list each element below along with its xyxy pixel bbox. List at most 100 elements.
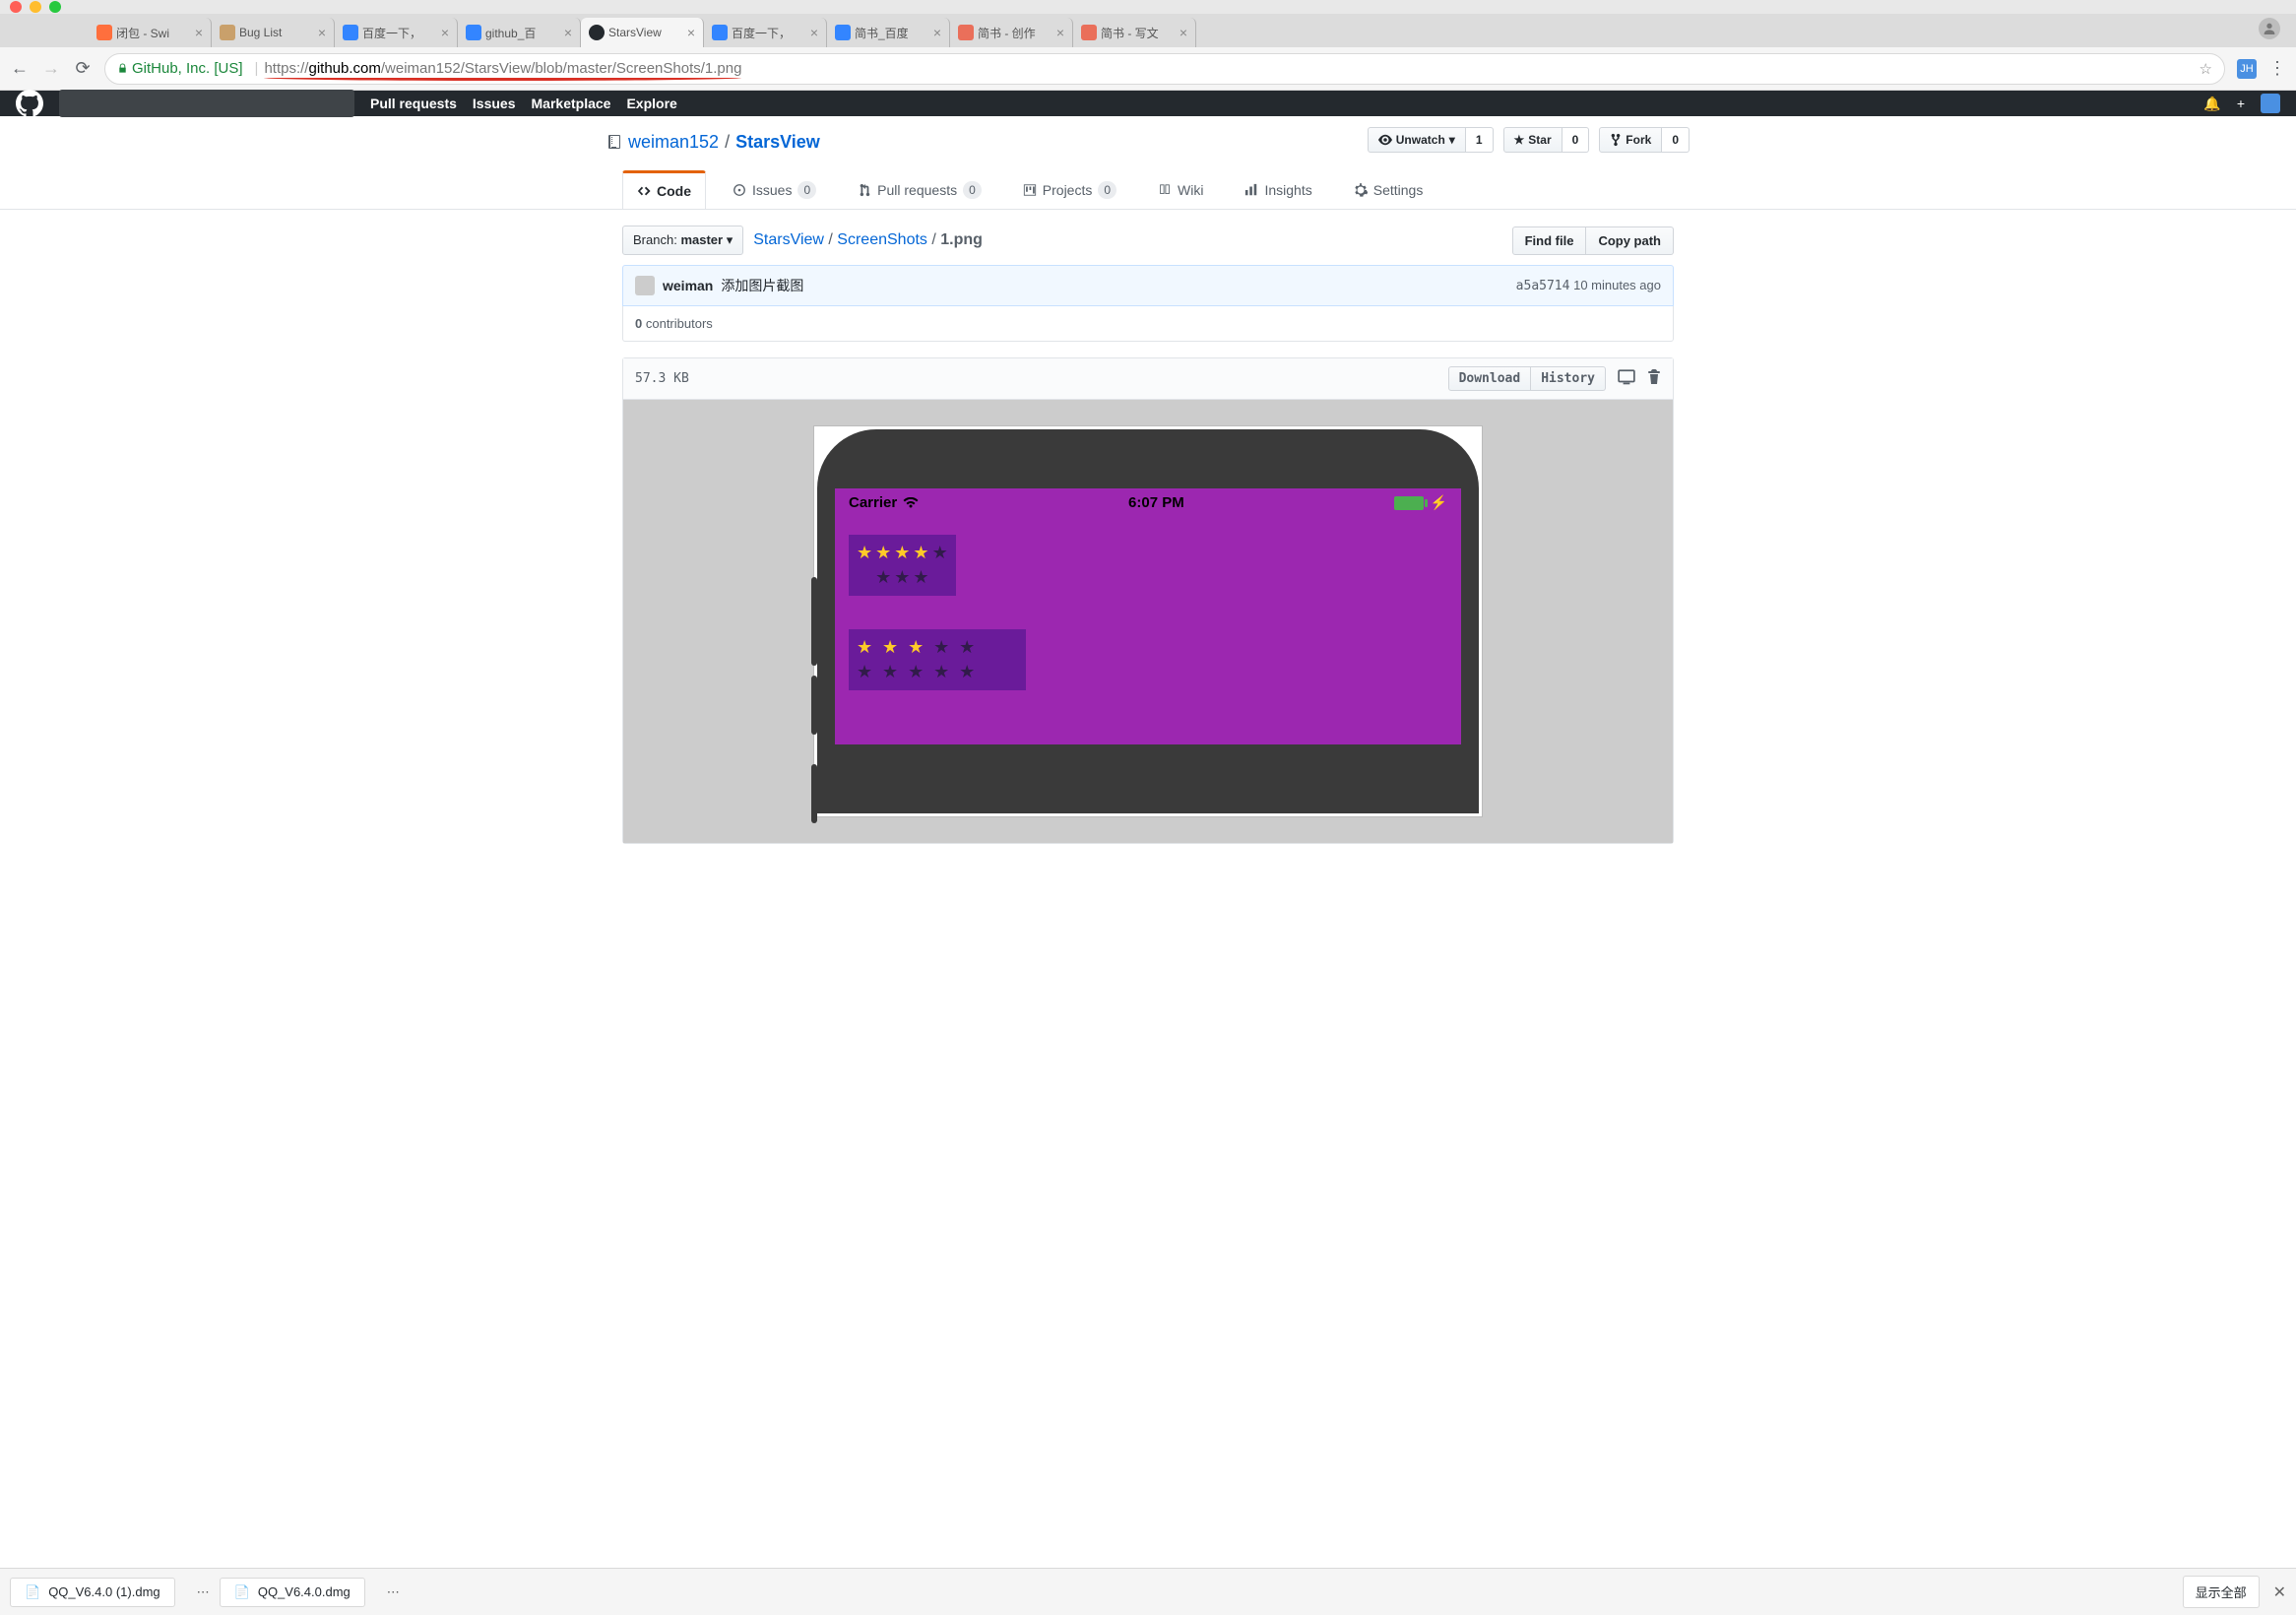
fork-button[interactable]: Fork	[1599, 127, 1662, 153]
commit-message[interactable]: 添加图片截图	[721, 276, 803, 295]
tab-label: 百度一下，	[732, 25, 806, 41]
repo-name-link[interactable]: StarsView	[735, 132, 820, 153]
browser-menu-icon[interactable]: ⋮	[2268, 58, 2286, 79]
repo-header: weiman152 / StarsView Unwatch ▾ 1 ★ Star…	[606, 116, 1690, 153]
nav-issues[interactable]: Issues	[473, 96, 516, 111]
tab-label: github_百	[485, 25, 560, 41]
tab-wiki[interactable]: Wiki	[1143, 170, 1218, 209]
star-count[interactable]: 0	[1563, 127, 1590, 153]
download-item[interactable]: 📄 QQ_V6.4.0 (1).dmg	[10, 1578, 175, 1607]
time-label: 6:07 PM	[1128, 494, 1184, 511]
tab-label: Projects	[1043, 182, 1093, 198]
tab-label: Bug List	[239, 26, 314, 39]
plus-icon[interactable]: +	[2237, 96, 2245, 111]
tab-close-icon[interactable]: ×	[810, 25, 818, 40]
status-bar: Carrier 6:07 PM ⚡	[835, 488, 1461, 521]
browser-tab[interactable]: 百度一下，×	[335, 18, 458, 47]
fork-count[interactable]: 0	[1662, 127, 1690, 153]
extension-badge[interactable]: JH	[2237, 59, 2257, 79]
download-more-icon[interactable]: ⋯	[197, 1584, 210, 1600]
tab-label: StarsView	[608, 26, 683, 39]
watch-count[interactable]: 1	[1466, 127, 1494, 153]
crumb-root[interactable]: StarsView	[753, 231, 824, 248]
tab-pulls[interactable]: Pull requests 0	[843, 170, 996, 209]
repo-tabs: Code Issues 0 Pull requests 0 Projects 0…	[0, 170, 2296, 210]
bell-icon[interactable]: 🔔	[2203, 96, 2220, 112]
download-item[interactable]: 📄 QQ_V6.4.0.dmg	[220, 1578, 365, 1607]
security-indicator[interactable]: GitHub, Inc. [US]	[117, 60, 243, 77]
minimize-window[interactable]	[30, 1, 41, 13]
badge: 0	[963, 181, 982, 199]
copy-path-button[interactable]: Copy path	[1586, 226, 1674, 255]
star-button[interactable]: ★ Star	[1503, 127, 1563, 153]
address-bar[interactable]: GitHub, Inc. [US] | https://github.com/w…	[104, 53, 2225, 85]
download-more-icon[interactable]: ⋯	[387, 1584, 400, 1600]
show-all-button[interactable]: 显示全部	[2183, 1576, 2260, 1608]
bookmark-star-icon[interactable]: ☆	[2200, 60, 2212, 78]
close-shelf-icon[interactable]: ✕	[2273, 1583, 2286, 1602]
browser-tab[interactable]: github_百 ×	[458, 18, 581, 47]
tab-close-icon[interactable]: ×	[441, 25, 449, 40]
battery-icon	[1394, 496, 1424, 510]
tab-close-icon[interactable]: ×	[195, 25, 203, 40]
browser-tab-active[interactable]: StarsView ×	[581, 18, 704, 47]
favicon	[343, 25, 358, 40]
back-button[interactable]: ←	[10, 58, 30, 79]
graph-icon	[1244, 183, 1258, 197]
tab-insights[interactable]: Insights	[1230, 170, 1326, 209]
github-logo[interactable]	[16, 90, 43, 117]
maximize-window[interactable]	[49, 1, 61, 13]
commit-author[interactable]: weiman	[663, 278, 713, 293]
repo-owner-link[interactable]: weiman152	[628, 132, 719, 153]
favicon	[712, 25, 728, 40]
screenshot-image: Carrier 6:07 PM ⚡ ★★★★★ ★★★	[813, 425, 1483, 817]
stars-box-1: ★★★★★ ★★★	[849, 535, 956, 596]
crumb-file: 1.png	[940, 231, 983, 248]
user-avatar[interactable]	[2261, 94, 2280, 113]
browser-profile-icon[interactable]	[2259, 18, 2280, 39]
browser-tab[interactable]: 简书 - 写文×	[1073, 18, 1196, 47]
tab-code[interactable]: Code	[622, 170, 706, 209]
tab-settings[interactable]: Settings	[1339, 170, 1438, 209]
tab-projects[interactable]: Projects 0	[1008, 170, 1131, 209]
find-file-button[interactable]: Find file	[1512, 226, 1587, 255]
crumb-folder[interactable]: ScreenShots	[837, 231, 927, 248]
browser-tab[interactable]: 简书_百度×	[827, 18, 950, 47]
download-button[interactable]: Download	[1448, 366, 1532, 391]
tab-close-icon[interactable]: ×	[687, 25, 695, 40]
tab-close-icon[interactable]: ×	[1180, 25, 1187, 40]
url-text: https://github.com/weiman152/StarsView/b…	[264, 60, 741, 77]
commit-sha[interactable]: a5a5714	[1516, 279, 1570, 293]
browser-tab[interactable]: Bug List ×	[212, 18, 335, 47]
tab-close-icon[interactable]: ×	[1056, 25, 1064, 40]
browser-tab[interactable]: 简书 - 创作×	[950, 18, 1073, 47]
carrier-label: Carrier	[849, 494, 897, 511]
browser-tab[interactable]: 百度一下， ×	[704, 18, 827, 47]
trash-icon[interactable]	[1647, 369, 1661, 389]
display-icon[interactable]	[1618, 368, 1635, 390]
reload-button[interactable]: ⟳	[73, 58, 93, 79]
tab-close-icon[interactable]: ×	[933, 25, 941, 40]
close-window[interactable]	[10, 1, 22, 13]
branch-select[interactable]: Branch: master ▾	[622, 226, 743, 255]
tab-close-icon[interactable]: ×	[564, 25, 572, 40]
tab-issues[interactable]: Issues 0	[718, 170, 831, 209]
github-search[interactable]	[59, 90, 354, 117]
history-button[interactable]: History	[1531, 366, 1606, 391]
nav-marketplace[interactable]: Marketplace	[532, 96, 611, 111]
browser-tab-strip: 闭包 - Swi× Bug List × 百度一下， × github_百 × Sta…	[0, 14, 2296, 47]
tab-close-icon[interactable]: ×	[318, 25, 326, 40]
nav-pulls[interactable]: Pull requests	[370, 96, 457, 111]
favicon	[220, 25, 235, 40]
book-icon	[1158, 183, 1172, 197]
favicon	[466, 25, 481, 40]
unwatch-button[interactable]: Unwatch ▾	[1368, 127, 1466, 153]
watch-group: Unwatch ▾ 1	[1368, 127, 1494, 153]
nav-explore[interactable]: Explore	[626, 96, 676, 111]
file-box: 57.3 KB Download History	[622, 357, 1674, 844]
commit-bar: weiman 添加图片截图 a5a5714 10 minutes ago	[622, 265, 1674, 306]
author-avatar[interactable]	[635, 276, 655, 295]
browser-tab[interactable]: 闭包 - Swi×	[89, 18, 212, 47]
mac-window-controls	[0, 0, 2296, 14]
github-favicon	[589, 25, 605, 40]
